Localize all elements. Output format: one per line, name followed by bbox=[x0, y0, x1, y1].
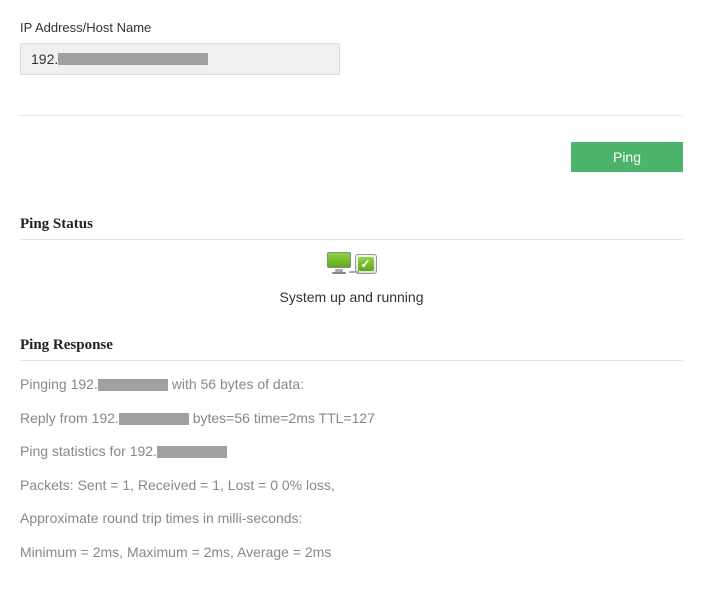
divider bbox=[20, 360, 683, 361]
host-input-prefix: 192. bbox=[31, 51, 58, 67]
host-input[interactable]: 192. bbox=[20, 43, 340, 75]
status-message: System up and running bbox=[20, 289, 683, 305]
status-block: ✓ System up and running bbox=[20, 240, 683, 309]
response-line-3: Ping statistics for 192. bbox=[20, 442, 683, 462]
button-row: Ping bbox=[20, 116, 683, 172]
response-line-1: Pinging 192. with 56 bytes of data: bbox=[20, 375, 683, 395]
response-line-6: Minimum = 2ms, Maximum = 2ms, Average = … bbox=[20, 543, 683, 563]
status-icons: ✓ bbox=[327, 252, 377, 274]
response-heading: Ping Response bbox=[20, 337, 683, 354]
host-label: IP Address/Host Name bbox=[20, 20, 683, 35]
response-line-2: Reply from 192. bytes=56 time=2ms TTL=12… bbox=[20, 409, 683, 429]
ping-button[interactable]: Ping bbox=[571, 142, 683, 172]
response-line-4: Packets: Sent = 1, Received = 1, Lost = … bbox=[20, 476, 683, 496]
redacted-host bbox=[58, 53, 208, 65]
redacted-ip bbox=[98, 379, 168, 391]
status-heading: Ping Status bbox=[20, 216, 683, 233]
redacted-ip bbox=[119, 413, 189, 425]
response-line-5: Approximate round trip times in milli-se… bbox=[20, 509, 683, 529]
monitor-icon bbox=[327, 252, 351, 274]
redacted-ip bbox=[157, 446, 227, 458]
